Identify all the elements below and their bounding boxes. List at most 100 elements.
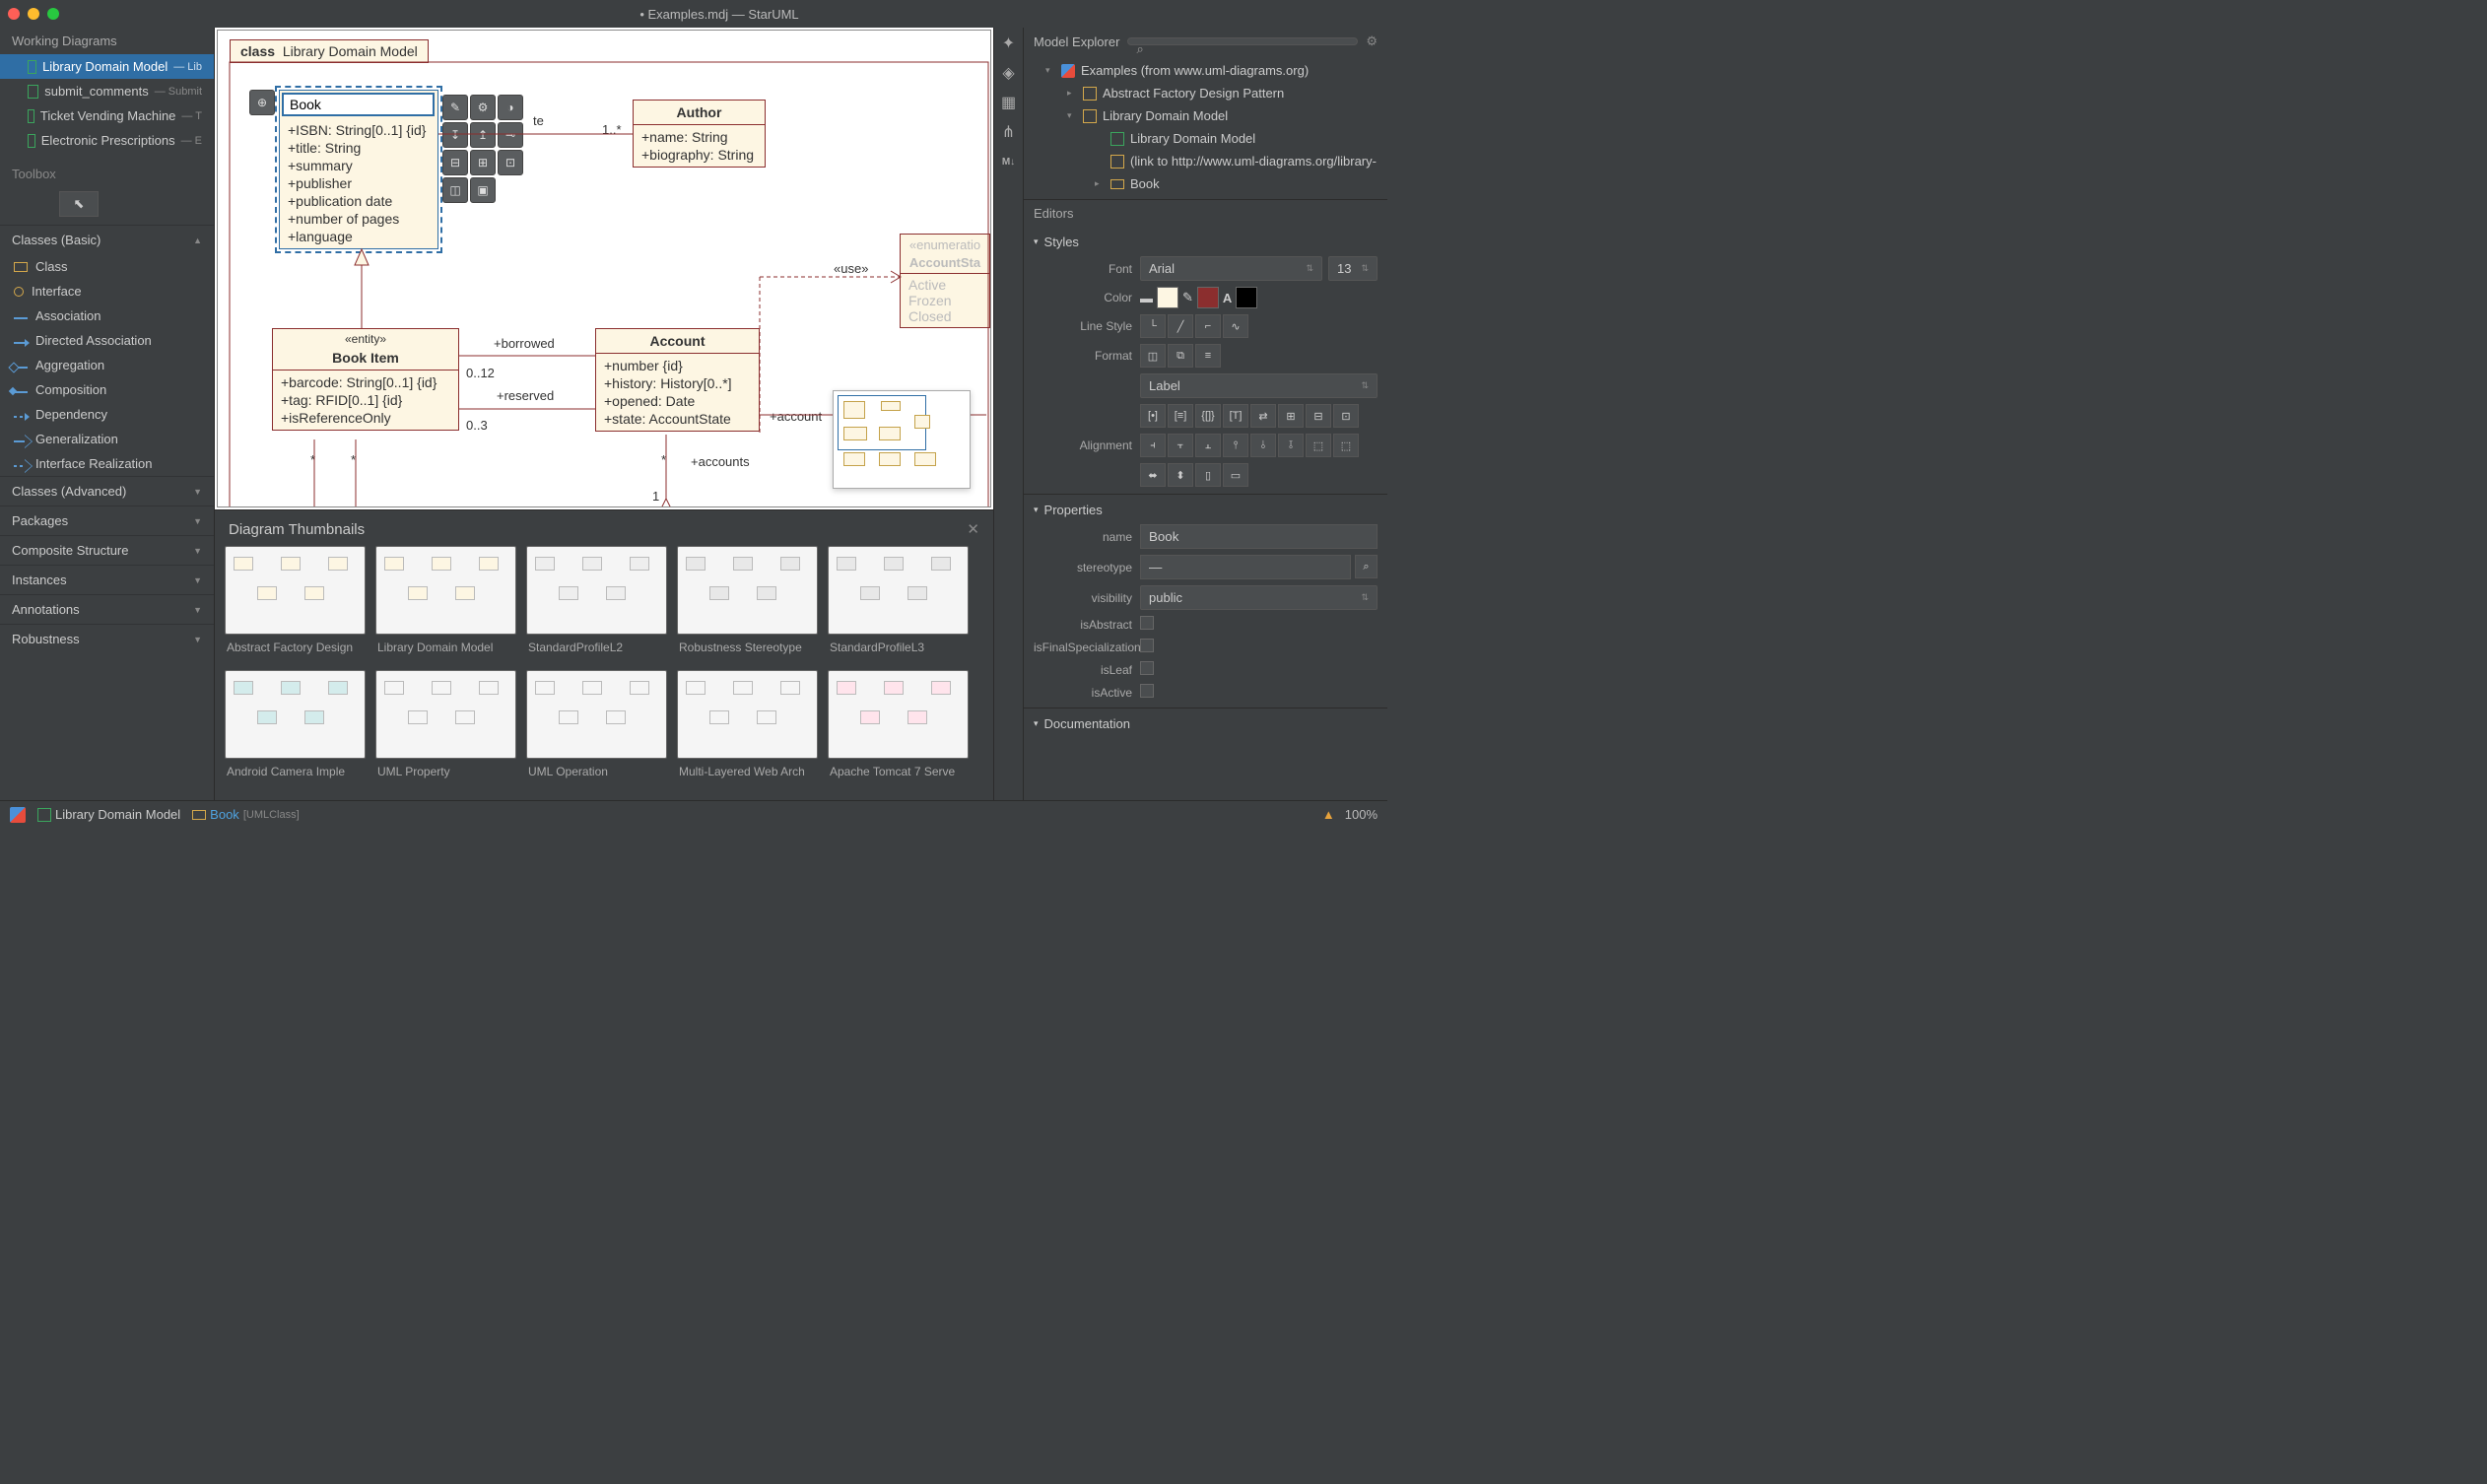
size-button[interactable]: ⬌ bbox=[1140, 463, 1166, 487]
toolbox-section-classes-basic[interactable]: Classes (Basic)▲ bbox=[0, 225, 214, 254]
minimize-window-button[interactable] bbox=[28, 8, 39, 20]
isactive-checkbox[interactable] bbox=[1140, 684, 1154, 698]
quick-edit-button[interactable]: ⊞ bbox=[470, 150, 496, 175]
share-icon[interactable]: ⋔ bbox=[999, 122, 1019, 142]
breadcrumb-element[interactable]: Book[UMLClass] bbox=[192, 807, 299, 822]
diagram-thumbnail[interactable]: StandardProfileL2 bbox=[526, 546, 667, 660]
working-diagram-item[interactable]: Electronic Prescriptions— E bbox=[0, 128, 214, 153]
format-option-button[interactable]: [≡] bbox=[1168, 404, 1193, 428]
grid-icon[interactable]: ▦ bbox=[999, 93, 1019, 112]
uml-attribute[interactable]: +tag: RFID[0..1] {id} bbox=[281, 391, 450, 409]
warning-icon[interactable]: ▲ bbox=[1322, 807, 1335, 822]
uml-attribute[interactable]: +publication date bbox=[288, 192, 430, 210]
quick-edit-button[interactable]: ⊡ bbox=[498, 150, 523, 175]
class-name-edit-input[interactable] bbox=[282, 93, 435, 116]
working-diagram-item[interactable]: Library Domain Model— Lib bbox=[0, 54, 214, 79]
linestyle-rounded-button[interactable]: ⌐ bbox=[1195, 314, 1221, 338]
quick-edit-button[interactable]: ⊕ bbox=[249, 90, 275, 115]
align-center-button[interactable]: ⫟ bbox=[1168, 434, 1193, 457]
diagram-thumbnail[interactable]: StandardProfileL3 bbox=[828, 546, 969, 660]
format-option-button[interactable]: ⊟ bbox=[1306, 404, 1331, 428]
toolbox-tool-dependency[interactable]: Dependency bbox=[0, 402, 214, 427]
markdown-icon[interactable]: M↓ bbox=[999, 152, 1019, 171]
quick-edit-button[interactable]: ◫ bbox=[442, 177, 468, 203]
align-middle-button[interactable]: ⫰ bbox=[1250, 434, 1276, 457]
uml-attribute[interactable]: +ISBN: String[0..1] {id} bbox=[288, 121, 430, 139]
gear-icon[interactable]: ⚙ bbox=[1366, 34, 1378, 49]
uml-attribute[interactable]: +history: History[0..*] bbox=[604, 374, 751, 392]
isleaf-checkbox[interactable] bbox=[1140, 661, 1154, 675]
working-diagram-item[interactable]: Ticket Vending Machine— T bbox=[0, 103, 214, 128]
toolbox-tool-association[interactable]: Association bbox=[0, 304, 214, 328]
extension-icon[interactable]: ✦ bbox=[999, 34, 1019, 53]
name-input[interactable] bbox=[1140, 524, 1378, 549]
distribute-h-button[interactable]: ⬚ bbox=[1306, 434, 1331, 457]
diagram-thumbnail[interactable]: UML Property bbox=[375, 670, 516, 784]
uml-literal[interactable]: Active bbox=[908, 277, 981, 293]
uml-attribute[interactable]: +barcode: String[0..1] {id} bbox=[281, 373, 450, 391]
zoom-level[interactable]: 100% bbox=[1345, 807, 1378, 822]
toolbox-tool-interface[interactable]: Interface bbox=[0, 279, 214, 304]
format-mode-dropdown[interactable]: Label⇅ bbox=[1140, 373, 1378, 398]
toolbox-section[interactable]: Robustness▼ bbox=[0, 624, 214, 653]
format-option-button[interactable]: {[]} bbox=[1195, 404, 1221, 428]
uml-attribute[interactable]: +title: String bbox=[288, 139, 430, 157]
uml-attribute[interactable]: +name: String bbox=[641, 128, 757, 146]
format-button[interactable]: ⧉ bbox=[1168, 344, 1193, 368]
uml-literal[interactable]: Frozen bbox=[908, 293, 981, 308]
text-color-swatch[interactable] bbox=[1236, 287, 1257, 308]
isfinalspecialization-checkbox[interactable] bbox=[1140, 639, 1154, 652]
diagram-thumbnail[interactable]: Robustness Stereotype bbox=[677, 546, 818, 660]
maximize-window-button[interactable] bbox=[47, 8, 59, 20]
quick-edit-button[interactable]: ↧ bbox=[442, 122, 468, 148]
quick-edit-button[interactable]: ⊟ bbox=[442, 150, 468, 175]
distribute-v-button[interactable]: ⬚ bbox=[1333, 434, 1359, 457]
format-option-button[interactable]: ⇄ bbox=[1250, 404, 1276, 428]
tree-item[interactable]: ▸Book bbox=[1024, 172, 1387, 195]
uml-class-author[interactable]: Author +name: String +biography: String bbox=[633, 100, 766, 168]
tree-item[interactable]: Library Domain Model bbox=[1024, 127, 1387, 150]
line-color-swatch[interactable] bbox=[1197, 287, 1219, 308]
uml-attribute[interactable]: +publisher bbox=[288, 174, 430, 192]
tree-item[interactable]: ▸Abstract Factory Design Pattern bbox=[1024, 82, 1387, 104]
quick-edit-button[interactable]: ↥ bbox=[470, 122, 496, 148]
close-window-button[interactable] bbox=[8, 8, 20, 20]
toolbox-tool-directed-association[interactable]: Directed Association bbox=[0, 328, 214, 353]
uml-attribute[interactable]: +language bbox=[288, 228, 430, 245]
diagram-thumbnail[interactable]: Multi-Layered Web Arch bbox=[677, 670, 818, 784]
breadcrumb-diagram[interactable]: Library Domain Model bbox=[37, 807, 180, 822]
toolbox-tool-interface-realization[interactable]: Interface Realization bbox=[0, 451, 214, 476]
toolbox-section[interactable]: Annotations▼ bbox=[0, 594, 214, 624]
uml-attribute[interactable]: +number of pages bbox=[288, 210, 430, 228]
uml-class-account[interactable]: Account +number {id} +history: History[0… bbox=[595, 328, 760, 432]
toolbox-section[interactable]: Composite Structure▼ bbox=[0, 535, 214, 565]
format-button[interactable]: ≡ bbox=[1195, 344, 1221, 368]
toolbox-tool-composition[interactable]: Composition bbox=[0, 377, 214, 402]
styles-header[interactable]: ▾Styles bbox=[1034, 231, 1378, 253]
format-option-button[interactable]: ⊞ bbox=[1278, 404, 1304, 428]
uml-enumeration-accountstate[interactable]: «enumeratio AccountSta Active Frozen Clo… bbox=[900, 234, 990, 328]
toolbox-pointer-tool[interactable]: ⬉ bbox=[59, 191, 99, 217]
toolbox-section[interactable]: Instances▼ bbox=[0, 565, 214, 594]
uml-attribute[interactable]: +biography: String bbox=[641, 146, 757, 164]
diagram-thumbnail[interactable]: Abstract Factory Design bbox=[225, 546, 366, 660]
stereotype-search-button[interactable]: ⌕ bbox=[1355, 555, 1378, 578]
diagram-thumbnail[interactable]: Library Domain Model bbox=[375, 546, 516, 660]
minimap[interactable] bbox=[833, 390, 971, 489]
uml-attribute[interactable]: +opened: Date bbox=[604, 392, 751, 410]
uml-attribute[interactable]: +number {id} bbox=[604, 357, 751, 374]
linestyle-oblique-button[interactable]: ╱ bbox=[1168, 314, 1193, 338]
quick-edit-button[interactable]: ◑ bbox=[498, 95, 523, 120]
size-button[interactable]: ▭ bbox=[1223, 463, 1248, 487]
font-family-dropdown[interactable]: Arial⇅ bbox=[1140, 256, 1322, 281]
align-bottom-button[interactable]: ⫱ bbox=[1278, 434, 1304, 457]
format-option-button[interactable]: [•] bbox=[1140, 404, 1166, 428]
quick-edit-button[interactable]: ▣ bbox=[470, 177, 496, 203]
uml-attribute[interactable]: +summary bbox=[288, 157, 430, 174]
tree-item[interactable]: ▾Library Domain Model bbox=[1024, 104, 1387, 127]
size-button[interactable]: ⬍ bbox=[1168, 463, 1193, 487]
model-explorer-search[interactable] bbox=[1127, 37, 1358, 45]
quick-edit-button[interactable]: ⚙ bbox=[470, 95, 496, 120]
working-diagram-item[interactable]: submit_comments— Submit bbox=[0, 79, 214, 103]
navigator-icon[interactable]: ◈ bbox=[999, 63, 1019, 83]
